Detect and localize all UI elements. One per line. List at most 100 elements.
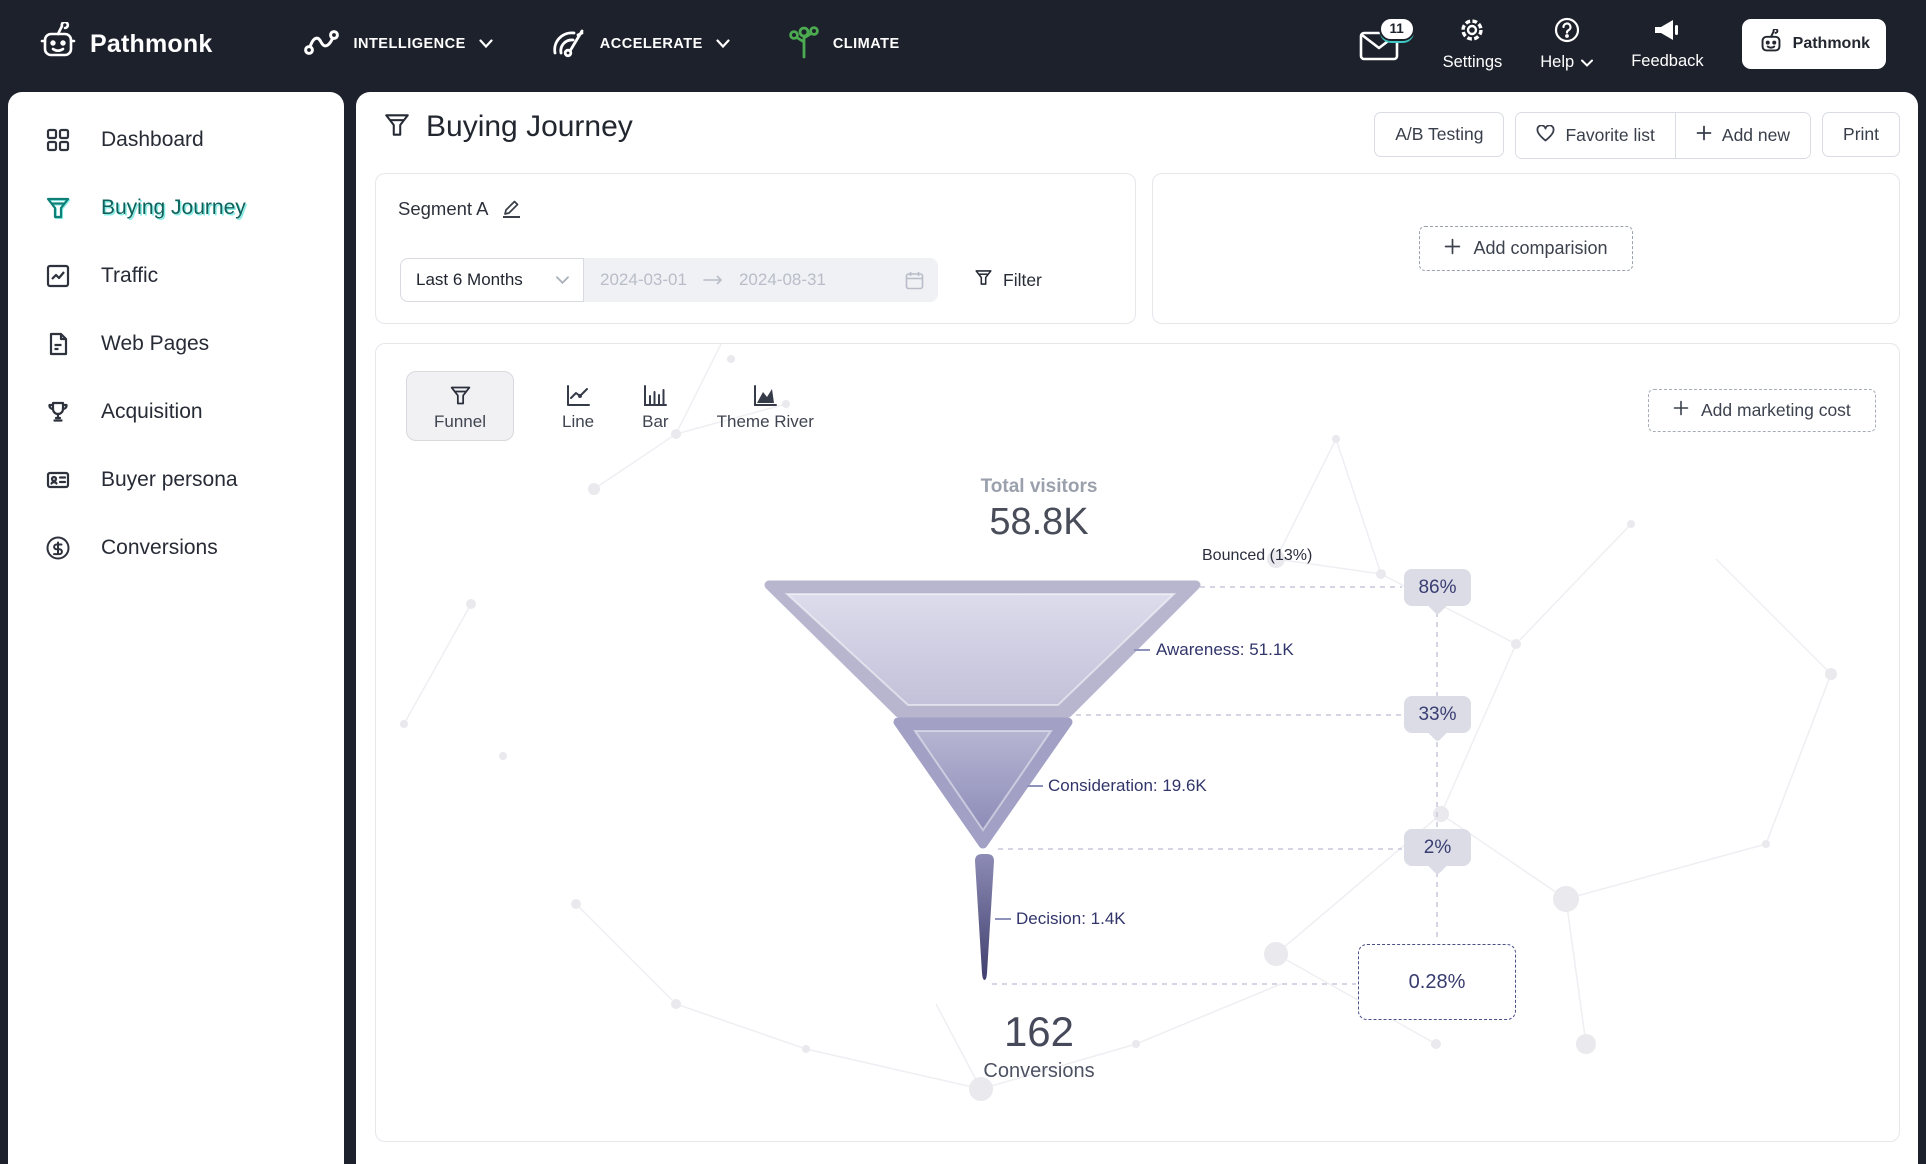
tab-bar[interactable]: Bar xyxy=(642,381,668,441)
megaphone-icon xyxy=(1652,18,1682,47)
sidebar-item-buying-journey[interactable]: Buying Journey xyxy=(8,174,344,242)
date-range-input[interactable]: 2024-03-01 2024-08-31 xyxy=(584,258,938,302)
add-marketing-cost-button[interactable]: Add marketing cost xyxy=(1648,389,1876,432)
filter-button[interactable]: Filter xyxy=(974,268,1042,292)
stage-label-decision: Decision: 1.4K xyxy=(1016,909,1126,929)
grid-icon xyxy=(45,127,71,153)
conversions-value: 162 xyxy=(939,1008,1139,1056)
nav-item-label: ACCELERATE xyxy=(600,36,703,52)
date-preset-value: Last 6 Months xyxy=(416,270,523,290)
theme-river-tab-icon xyxy=(753,381,778,407)
sidebar-item-label: Dashboard xyxy=(101,128,204,152)
heart-icon xyxy=(1536,125,1555,147)
nav-item-label: INTELLIGENCE xyxy=(353,36,465,52)
date-preset-select[interactable]: Last 6 Months xyxy=(400,258,584,302)
segment-name: Segment A xyxy=(398,198,489,220)
sidebar-item-label: Buying Journey xyxy=(101,196,246,220)
bar-tab-icon xyxy=(643,381,668,407)
ab-testing-button[interactable]: A/B Testing xyxy=(1374,112,1504,157)
page-title: Buying Journey xyxy=(426,110,633,144)
pathmonk-robot-icon-small xyxy=(1758,29,1784,60)
filter-label: Filter xyxy=(1003,270,1042,291)
top-nav: Pathmonk INTELLIGENCE xyxy=(0,0,1926,88)
conversion-rate-value: 0.28% xyxy=(1409,971,1466,994)
funnel-tab-icon xyxy=(449,381,472,407)
feedback-button[interactable]: Feedback xyxy=(1631,18,1703,71)
conversions-label: Conversions xyxy=(939,1060,1139,1083)
percent-badge-decision: 2% xyxy=(1404,829,1471,866)
add-new-label: Add new xyxy=(1722,125,1790,146)
conversion-rate-box[interactable]: 0.28% xyxy=(1358,944,1516,1020)
line-chart-icon xyxy=(45,263,71,289)
dollar-circle-icon xyxy=(45,535,71,561)
nav-item-label: CLIMATE xyxy=(833,36,900,52)
intelligence-path-icon xyxy=(304,26,340,63)
chevron-down-icon xyxy=(1581,53,1593,72)
print-button[interactable]: Print xyxy=(1822,112,1900,157)
account-button[interactable]: Pathmonk xyxy=(1742,19,1886,69)
plus-icon xyxy=(1673,400,1689,421)
add-comparison-button[interactable]: Add comparision xyxy=(1419,226,1632,271)
total-visitors-label: Total visitors xyxy=(889,476,1189,498)
settings-label: Settings xyxy=(1443,53,1503,72)
notifications-button[interactable]: 11 xyxy=(1359,31,1399,66)
sidebar-item-web-pages[interactable]: Web Pages xyxy=(8,310,344,378)
segment-card: Segment A Last 6 Months 2024-03-01 xyxy=(375,173,1136,324)
funnel-icon xyxy=(45,195,71,221)
nav-item-intelligence[interactable]: INTELLIGENCE xyxy=(304,26,492,63)
nav-item-climate[interactable]: CLIMATE xyxy=(788,24,900,65)
total-visitors-value: 58.8K xyxy=(889,501,1189,544)
help-button[interactable]: Help xyxy=(1540,17,1593,72)
notification-badge: 11 xyxy=(1379,17,1415,41)
percent-badge-consideration: 33% xyxy=(1404,696,1471,733)
favorite-list-label: Favorite list xyxy=(1565,125,1654,146)
sidebar-item-label: Acquisition xyxy=(101,400,203,424)
tab-line[interactable]: Line xyxy=(562,381,594,441)
sidebar-item-buyer-persona[interactable]: Buyer persona xyxy=(8,446,344,514)
help-label: Help xyxy=(1540,53,1574,72)
pathmonk-robot-icon xyxy=(38,22,78,67)
sidebar: Dashboard Buying Journey Traffic xyxy=(8,92,344,1164)
nav-menu: INTELLIGENCE ACCELERATE xyxy=(304,24,899,65)
document-icon xyxy=(45,331,71,357)
line-tab-icon xyxy=(566,381,591,407)
account-button-label: Pathmonk xyxy=(1793,35,1870,53)
plus-icon xyxy=(1444,238,1461,260)
chevron-down-icon xyxy=(479,35,493,53)
sidebar-item-traffic[interactable]: Traffic xyxy=(8,242,344,310)
date-start-value: 2024-03-01 xyxy=(600,270,687,290)
sidebar-item-acquisition[interactable]: Acquisition xyxy=(8,378,344,446)
comparison-card: Add comparision xyxy=(1152,173,1900,324)
chart-type-tabs: Funnel Line Bar xyxy=(406,371,814,441)
sidebar-item-label: Conversions xyxy=(101,536,218,560)
brand-logo[interactable]: Pathmonk xyxy=(38,22,212,67)
accelerate-speed-icon xyxy=(551,25,587,64)
trophy-icon xyxy=(45,399,71,425)
plus-icon xyxy=(1696,125,1712,146)
chevron-down-icon xyxy=(716,35,730,53)
arrow-right-icon xyxy=(703,270,723,290)
id-card-icon xyxy=(45,467,71,493)
tab-funnel[interactable]: Funnel xyxy=(406,371,514,441)
edit-pencil-icon[interactable] xyxy=(503,200,520,218)
chart-card: Funnel Line Bar xyxy=(375,343,1900,1142)
climate-plant-icon xyxy=(788,24,820,65)
settings-button[interactable]: Settings xyxy=(1443,17,1503,72)
stage-label-consideration: Consideration: 19.6K xyxy=(1048,776,1207,796)
date-end-value: 2024-08-31 xyxy=(739,270,826,290)
add-new-button[interactable]: Add new xyxy=(1675,113,1810,158)
ab-testing-label: A/B Testing xyxy=(1395,124,1483,145)
percent-badge-awareness: 86% xyxy=(1404,569,1471,606)
sidebar-item-conversions[interactable]: Conversions xyxy=(8,514,344,582)
nav-right: 11 Settings Help xyxy=(1359,17,1926,72)
favorite-list-button[interactable]: Favorite list xyxy=(1516,113,1674,158)
bounced-label: Bounced (13%) xyxy=(1202,547,1312,565)
sidebar-item-dashboard[interactable]: Dashboard xyxy=(8,106,344,174)
filter-funnel-icon xyxy=(974,268,993,292)
print-label: Print xyxy=(1843,124,1879,145)
favorite-addnew-group: Favorite list Add new xyxy=(1515,112,1811,159)
question-circle-icon xyxy=(1554,17,1580,48)
main-content: Buying Journey A/B Testing Favorite list… xyxy=(356,92,1918,1164)
tab-theme-river[interactable]: Theme River xyxy=(717,381,814,441)
nav-item-accelerate[interactable]: ACCELERATE xyxy=(551,25,730,64)
